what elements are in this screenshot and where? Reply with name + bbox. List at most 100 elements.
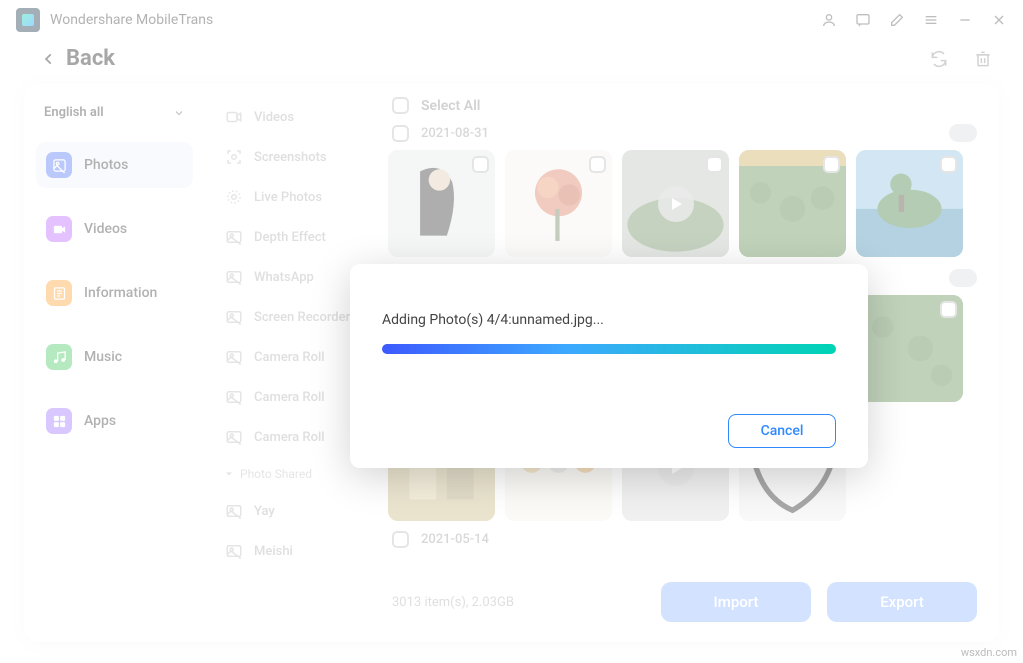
menu-icon[interactable]: [923, 12, 939, 28]
photo-grid: [384, 150, 985, 257]
thumb-checkbox[interactable]: [823, 156, 840, 173]
video-icon: [224, 107, 244, 127]
language-select[interactable]: English all: [36, 99, 193, 126]
trash-icon[interactable]: [973, 49, 993, 69]
date-label: 2021-08-31: [421, 126, 489, 141]
item-stats: 3013 item(s), 2.03GB: [392, 595, 514, 610]
image-icon: [224, 267, 244, 287]
back-button[interactable]: Back: [42, 46, 115, 71]
photo-thumbnail[interactable]: [856, 150, 963, 257]
category-depth-effect[interactable]: Depth Effect: [220, 217, 368, 257]
sidebar-item-apps[interactable]: Apps: [36, 398, 193, 444]
button-label: Cancel: [761, 423, 804, 439]
thumb-checkbox[interactable]: [940, 301, 957, 318]
category-screen-recorder[interactable]: Screen Recorder: [220, 297, 368, 337]
chevron-down-icon: [173, 107, 185, 119]
photo-thumbnail[interactable]: [505, 150, 612, 257]
category-camera-roll[interactable]: Camera Roll: [220, 337, 368, 377]
category-label: Depth Effect: [254, 230, 326, 245]
photo-thumbnail[interactable]: [388, 150, 495, 257]
select-all-checkbox[interactable]: [392, 97, 409, 114]
category-camera-roll[interactable]: Camera Roll: [220, 377, 368, 417]
photo-thumbnail[interactable]: [739, 150, 846, 257]
info-icon: [46, 280, 72, 306]
category-camera-roll[interactable]: Camera Roll: [220, 417, 368, 457]
apps-icon: [46, 408, 72, 434]
count-pill: [949, 124, 977, 142]
live-photo-icon: [224, 187, 244, 207]
back-label: Back: [66, 46, 115, 71]
category-screenshots[interactable]: Screenshots: [220, 137, 368, 177]
videos-icon: [46, 216, 72, 242]
image-icon: [224, 347, 244, 367]
image-icon: [224, 541, 244, 561]
thumb-checkbox[interactable]: [940, 156, 957, 173]
category-label: Meishi: [254, 544, 293, 559]
date-checkbox[interactable]: [392, 125, 409, 142]
category-label: Yay: [254, 504, 275, 519]
image-icon: [224, 307, 244, 327]
back-row: Back: [0, 40, 1023, 83]
video-thumbnail[interactable]: [622, 150, 729, 257]
sidebar-item-photos[interactable]: Photos: [36, 142, 193, 188]
image-icon: [224, 227, 244, 247]
category-videos[interactable]: Videos: [220, 97, 368, 137]
sidebar-item-label: Information: [84, 285, 157, 301]
app-title: Wondershare MobileTrans: [50, 12, 213, 28]
screenshot-icon: [224, 147, 244, 167]
category-label: WhatsApp: [254, 270, 314, 285]
date-checkbox[interactable]: [392, 531, 409, 548]
refresh-icon[interactable]: [929, 49, 949, 69]
cancel-button[interactable]: Cancel: [728, 414, 836, 448]
image-icon: [224, 387, 244, 407]
sidebar-item-label: Music: [84, 349, 122, 365]
watermark: wsxdn.com: [961, 646, 1017, 659]
titlebar: Wondershare MobileTrans: [0, 0, 1023, 40]
edit-icon[interactable]: [889, 12, 905, 28]
minimize-icon[interactable]: [957, 12, 973, 28]
sidebar-primary: English all Photos Videos Information Mu…: [24, 83, 206, 642]
play-icon: [658, 186, 694, 222]
thumb-checkbox[interactable]: [589, 156, 606, 173]
date-label: 2021-05-14: [421, 532, 489, 547]
button-label: Import: [714, 593, 759, 611]
thumb-checkbox[interactable]: [706, 156, 723, 173]
sidebar-item-information[interactable]: Information: [36, 270, 193, 316]
button-label: Export: [880, 593, 924, 611]
category-group-label: Photo Shared: [240, 467, 312, 481]
category-meishi[interactable]: Meishi: [220, 531, 368, 571]
category-label: Camera Roll: [254, 390, 325, 405]
sidebar-item-label: Videos: [84, 221, 127, 237]
close-icon[interactable]: [991, 12, 1007, 28]
progress-bar: [382, 344, 836, 354]
category-label: Camera Roll: [254, 350, 325, 365]
category-label: Live Photos: [254, 190, 322, 205]
caret-down-icon: [224, 469, 234, 479]
language-label: English all: [44, 105, 104, 120]
category-label: Screen Recorder: [254, 310, 350, 325]
category-label: Videos: [254, 110, 294, 125]
category-label: Camera Roll: [254, 430, 325, 445]
sidebar-item-label: Photos: [84, 157, 128, 173]
category-live-photos[interactable]: Live Photos: [220, 177, 368, 217]
chevron-left-icon: [42, 49, 56, 69]
count-pill: [949, 269, 977, 287]
category-group-shared: Photo Shared: [220, 457, 368, 491]
progress-modal: Adding Photo(s) 4/4:unnamed.jpg... Cance…: [350, 264, 868, 468]
sidebar-item-label: Apps: [84, 413, 116, 429]
thumb-checkbox[interactable]: [472, 156, 489, 173]
category-whatsapp[interactable]: WhatsApp: [220, 257, 368, 297]
user-icon[interactable]: [821, 12, 837, 28]
app-logo: [16, 8, 40, 32]
category-label: Screenshots: [254, 150, 327, 165]
import-button[interactable]: Import: [661, 582, 811, 622]
photo-thumbnail[interactable]: [856, 295, 963, 402]
modal-status-text: Adding Photo(s) 4/4:unnamed.jpg...: [382, 312, 836, 328]
feedback-icon[interactable]: [855, 12, 871, 28]
export-button[interactable]: Export: [827, 582, 977, 622]
image-icon: [224, 427, 244, 447]
category-yay[interactable]: Yay: [220, 491, 368, 531]
sidebar-item-videos[interactable]: Videos: [36, 206, 193, 252]
sidebar-item-music[interactable]: Music: [36, 334, 193, 380]
footer-row: 3013 item(s), 2.03GB Import Export: [384, 572, 985, 632]
